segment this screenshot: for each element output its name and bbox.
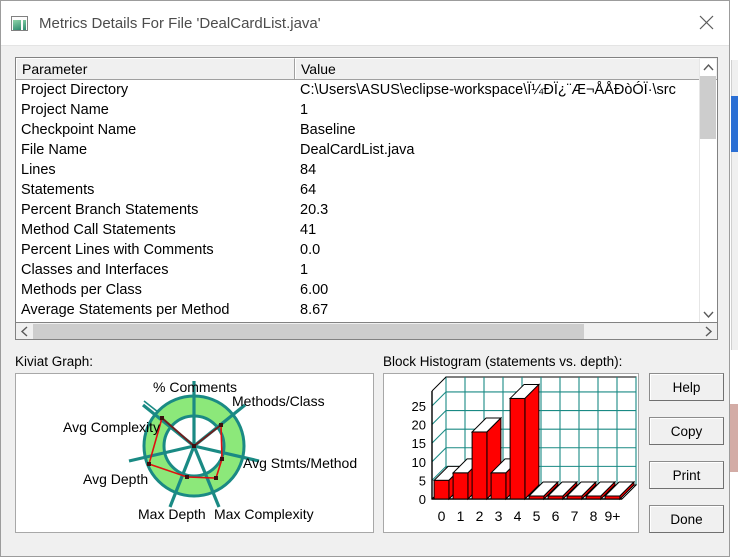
vertical-scroll-thumb[interactable]	[700, 76, 716, 139]
cell-parameter: Statements	[21, 181, 95, 198]
cell-value: 1	[300, 101, 309, 118]
cell-parameter: Method Call Statements	[21, 221, 176, 238]
table-row[interactable]: Checkpoint Name Baseline	[16, 120, 706, 140]
scroll-down-button[interactable]	[700, 306, 716, 322]
metrics-window-icon	[11, 15, 28, 31]
x-axis-tick-label: 7	[571, 508, 579, 524]
x-axis-tick-label: 8	[590, 508, 598, 524]
kiviat-graph-panel: % Comments Methods/Class Avg Stmts/Metho…	[15, 373, 374, 533]
block-histogram-chart: 05101520250 1 2 3 4 5 6 7 8 9+	[412, 376, 638, 524]
table-row[interactable]: Percent Lines with Comments 0.0	[16, 240, 706, 260]
x-axis-tick-label: 3	[495, 508, 503, 524]
kiviat-graph: % Comments Methods/Class Avg Stmts/Metho…	[63, 379, 357, 522]
chevron-up-icon	[702, 63, 714, 71]
x-axis-tick-label: 1	[457, 508, 465, 524]
cell-value: Baseline	[300, 121, 356, 138]
column-header-value[interactable]: Value	[295, 58, 699, 79]
cell-parameter: Average Statements per Method	[21, 301, 230, 318]
table-body: Project Directory C:\Users\ASUS\eclipse-…	[16, 80, 706, 323]
done-button[interactable]: Done	[649, 505, 724, 533]
y-axis-tick-label: 5	[419, 473, 426, 488]
horizontal-scroll-track[interactable]	[584, 323, 700, 339]
table-row[interactable]: File Name DealCardList.java	[16, 140, 706, 160]
cell-value: 84	[300, 161, 317, 178]
table-row[interactable]: Method Call Statements 41	[16, 220, 706, 240]
y-axis-tick-label: 20	[412, 418, 426, 433]
cell-parameter: Lines	[21, 161, 56, 178]
chevron-down-icon	[702, 311, 714, 319]
kiviat-label-max-depth: Max Depth	[138, 506, 206, 522]
histogram-bar	[508, 383, 541, 501]
table-row[interactable]: Classes and Interfaces 1	[16, 260, 706, 280]
x-axis-tick-label: 2	[476, 508, 484, 524]
table-row[interactable]: Project Directory C:\Users\ASUS\eclipse-…	[16, 80, 706, 100]
cell-parameter: Methods per Class	[21, 281, 142, 298]
metrics-details-dialog: Metrics Details For File 'DealCardList.j…	[0, 0, 730, 557]
scroll-right-button[interactable]	[700, 324, 717, 339]
help-button[interactable]: Help	[649, 373, 724, 401]
x-axis-tick-label: 0	[438, 508, 446, 524]
kiviat-label-avg-depth: Avg Depth	[83, 471, 148, 487]
kiviat-label-max-complexity: Max Complexity	[214, 506, 314, 522]
titlebar: Metrics Details For File 'DealCardList.j…	[1, 1, 729, 46]
kiviat-graph-label: Kiviat Graph:	[15, 354, 94, 369]
table-row[interactable]: Project Name 1	[16, 100, 706, 120]
cell-parameter: Project Directory	[21, 81, 129, 98]
x-axis-tick-label: 6	[552, 508, 560, 524]
horizontal-scroll-thumb[interactable]	[33, 323, 584, 339]
table-vertical-scrollbar[interactable]	[699, 59, 716, 322]
cell-value: 41	[300, 221, 317, 238]
window-title: Metrics Details For File 'DealCardList.j…	[39, 14, 321, 32]
cell-value: 20.3	[300, 201, 329, 218]
kiviat-label-avg-stmts-method: Avg Stmts/Method	[243, 455, 357, 471]
cell-value: C:\Users\ASUS\eclipse-workspace\Ï¼ÐÏ¿¨Æ¬…	[300, 81, 676, 98]
cell-value: DealCardList.java	[300, 141, 415, 158]
y-axis-tick-label: 0	[419, 492, 426, 507]
kiviat-label-methods-class: Methods/Class	[232, 393, 325, 409]
metrics-table-frame: Parameter Value Project Directory C:\Use…	[15, 57, 718, 323]
column-header-parameter[interactable]: Parameter	[16, 58, 295, 79]
x-axis-tick-label: 4	[514, 508, 522, 524]
x-axis-tick-label: 9+	[605, 508, 621, 524]
scroll-left-button[interactable]	[16, 324, 33, 339]
y-axis-tick-label: 25	[412, 399, 426, 414]
table-row[interactable]: Lines 84	[16, 160, 706, 180]
table-row[interactable]: Percent Branch Statements 20.3	[16, 200, 706, 220]
cell-parameter: Project Name	[21, 101, 109, 118]
close-icon	[699, 15, 713, 30]
y-axis-tick-label: 10	[412, 455, 426, 470]
table-horizontal-scrollbar[interactable]	[15, 323, 718, 340]
y-axis-tick-label: 15	[412, 436, 426, 451]
close-button[interactable]	[683, 1, 729, 44]
cell-value: 64	[300, 181, 317, 198]
cell-value: 6.00	[300, 281, 329, 298]
cell-value: 1	[300, 261, 309, 278]
cell-parameter: File Name	[21, 141, 88, 158]
kiviat-label-avg-complexity: Avg Complexity	[63, 419, 160, 435]
cell-parameter: Classes and Interfaces	[21, 261, 169, 278]
background-scrollbar-thumb	[731, 96, 738, 152]
table-row[interactable]: Average Statements per Method 8.67	[16, 300, 706, 320]
scroll-up-button[interactable]	[700, 59, 716, 76]
chevron-left-icon	[20, 325, 28, 337]
dialog-button-column: Help Copy Print Done	[649, 373, 724, 549]
table-row[interactable]: Statements 64	[16, 180, 706, 200]
block-histogram-label: Block Histogram (statements vs. depth):	[383, 354, 623, 369]
x-axis-tick-label: 5	[533, 508, 541, 524]
cell-parameter: Percent Lines with Comments	[21, 241, 214, 258]
cell-value: 0.0	[300, 241, 321, 258]
cell-value: 8.67	[300, 301, 329, 318]
copy-button[interactable]: Copy	[649, 417, 724, 445]
cell-parameter: Checkpoint Name	[21, 121, 137, 138]
table-row[interactable]: Methods per Class 6.00	[16, 280, 706, 300]
kiviat-label-comments: % Comments	[153, 379, 237, 395]
block-histogram-panel: 0 5 10 15 20 25 0 1 2 3 4 5 6 7 8 9+	[383, 373, 639, 533]
table-header-row: Parameter Value	[16, 58, 717, 80]
chevron-right-icon	[705, 325, 713, 337]
cell-parameter: Percent Branch Statements	[21, 201, 199, 218]
metrics-table[interactable]: Parameter Value Project Directory C:\Use…	[15, 57, 718, 340]
print-button[interactable]: Print	[649, 461, 724, 489]
